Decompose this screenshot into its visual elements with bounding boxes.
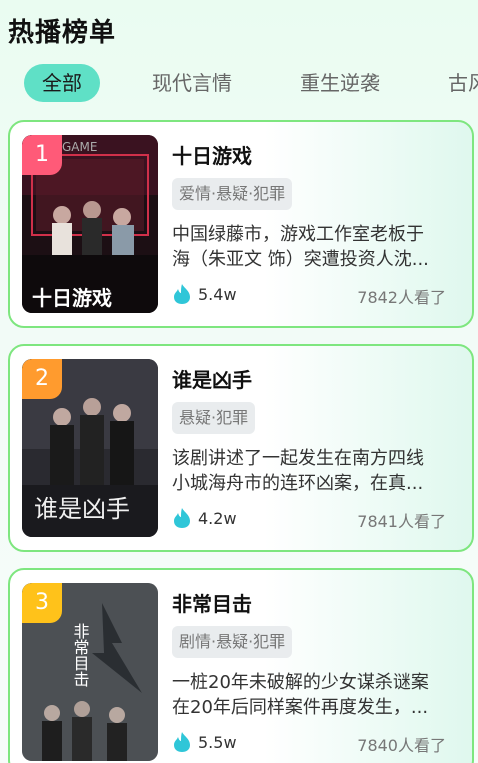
poster-caption: 十日游戏 xyxy=(32,286,112,310)
heat-value: 4.2w xyxy=(198,508,237,528)
description-line: 该剧讲述了一起发生在南方四线 xyxy=(172,448,424,469)
description-line: 一桩20年未破解的少女谋杀谜案 xyxy=(172,672,429,693)
poster-caption: 非常目击 xyxy=(71,623,90,687)
description-line: 小城海舟市的连环凶案，在真... xyxy=(172,473,424,494)
show-title[interactable]: 十日游戏 xyxy=(172,140,252,169)
heat-stat: 5.5w xyxy=(172,730,237,754)
heat-stat: 5.4w xyxy=(172,282,237,306)
heat-value: 5.5w xyxy=(198,732,237,752)
poster-banner: GAME xyxy=(62,140,97,154)
show-description: 该剧讲述了一起发生在南方四线 小城海舟市的连环凶案，在真... xyxy=(172,446,462,496)
rank-badge: 1 xyxy=(22,135,62,175)
description-line: 在20年后同样案件再度发生，... xyxy=(172,697,429,718)
poster-image[interactable]: 谁是凶手 2 xyxy=(22,359,158,537)
genre-tag: 悬疑·犯罪 xyxy=(172,402,256,434)
tab-modern-romance[interactable]: 现代言情 xyxy=(152,64,232,102)
view-count: 7840人看了 xyxy=(357,736,446,755)
flame-icon xyxy=(174,284,190,304)
description-line: 中国绿藤市，游戏工作室老板于 xyxy=(172,224,424,245)
heat-stat: 4.2w xyxy=(172,506,237,530)
rank-badge: 3 xyxy=(22,583,62,623)
heat-value: 5.4w xyxy=(198,284,237,304)
view-count: 7841人看了 xyxy=(357,512,446,531)
drama-card[interactable]: 非常目击 3 非常目击 剧情·悬疑·犯罪 一桩20年未破解的少女谋杀谜案 在20… xyxy=(8,568,474,763)
category-tabs: 全部 现代言情 重生逆袭 古风 xyxy=(0,62,478,104)
show-title[interactable]: 非常目击 xyxy=(172,588,252,617)
poster-image[interactable]: 十日游戏 GAME 1 xyxy=(22,135,158,313)
poster-caption: 谁是凶手 xyxy=(34,495,130,523)
genre-tag: 剧情·悬疑·犯罪 xyxy=(172,626,293,658)
show-title[interactable]: 谁是凶手 xyxy=(172,364,252,393)
rank-badge: 2 xyxy=(22,359,62,399)
drama-card[interactable]: 十日游戏 GAME 1 十日游戏 爱情·悬疑·犯罪 中国绿藤市，游戏工作室老板于… xyxy=(8,120,474,328)
flame-icon xyxy=(174,732,190,752)
tab-ancient-style[interactable]: 古风 xyxy=(448,64,478,102)
show-description: 一桩20年未破解的少女谋杀谜案 在20年后同样案件再度发生，... xyxy=(172,670,462,720)
view-count: 7842人看了 xyxy=(357,288,446,307)
show-description: 中国绿藤市，游戏工作室老板于 海（朱亚文 饰）突遭投资人沈... xyxy=(172,222,462,272)
flame-icon xyxy=(174,508,190,528)
drama-card[interactable]: 谁是凶手 2 谁是凶手 悬疑·犯罪 该剧讲述了一起发生在南方四线 小城海舟市的连… xyxy=(8,344,474,552)
genre-tag: 爱情·悬疑·犯罪 xyxy=(172,178,293,210)
poster-image[interactable]: 非常目击 3 xyxy=(22,583,158,761)
description-line: 海（朱亚文 饰）突遭投资人沈... xyxy=(172,249,429,270)
hot-ranking-page: 热播榜单 全部 现代言情 重生逆袭 古风 十日游戏 GAME xyxy=(0,0,478,763)
page-title: 热播榜单 xyxy=(8,18,117,48)
tab-all[interactable]: 全部 xyxy=(24,64,100,102)
tab-rebirth-comeback[interactable]: 重生逆袭 xyxy=(300,64,380,102)
